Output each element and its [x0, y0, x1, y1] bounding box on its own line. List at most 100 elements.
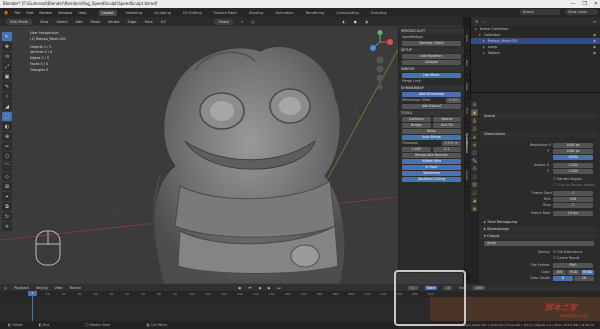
relax-button[interactable]: Relax — [402, 129, 461, 134]
output-header[interactable]: ▾ Output — [480, 233, 598, 239]
resolution-x-field[interactable]: 1920 px — [553, 143, 593, 148]
rotate-tool-icon[interactable]: ⤢ — [2, 62, 12, 71]
menu-file[interactable]: File — [14, 11, 20, 15]
x-axis-icon[interactable] — [387, 39, 393, 45]
scene-icon[interactable]: ◭ — [471, 133, 478, 140]
vh-face[interactable]: Face — [145, 20, 153, 24]
spin-tool-icon[interactable]: ⌒ — [2, 162, 12, 171]
color-depth-16-button[interactable]: 16 — [574, 276, 594, 281]
tab-animation[interactable]: Animation — [272, 10, 296, 16]
inset-tool-icon[interactable]: ⬚ — [2, 112, 12, 121]
offset-x-field[interactable]: 0.000 — [402, 147, 431, 152]
crop-region-checkbox[interactable]: ☐ Crop to Render Region — [553, 183, 595, 188]
tab-item[interactable]: Item — [465, 27, 469, 51]
outliner-row-sphere[interactable]: ▸ Sphere ◉ — [471, 50, 600, 56]
pug-sculpt-mesh[interactable] — [153, 46, 346, 284]
bridge-button[interactable]: Bridge — [402, 123, 431, 128]
measure-tool-icon[interactable]: ⌇ — [2, 92, 12, 101]
data-icon[interactable]: △ — [471, 189, 478, 196]
shrink-tool-icon[interactable]: ⌖ — [2, 192, 12, 201]
tab-tool[interactable]: Tool — [465, 51, 469, 75]
record-icon[interactable]: ● — [238, 286, 241, 290]
snap-icon[interactable]: ⌖ — [241, 20, 243, 24]
output-path-field[interactable]: /tmp\ — [484, 241, 594, 246]
color-depth-8-button[interactable]: 8 — [553, 276, 573, 281]
tl-view-menu[interactable]: View — [55, 286, 63, 290]
poly-build-tool-icon[interactable]: ⬡ — [2, 152, 12, 161]
remove-object-button[interactable]: Remove Object — [402, 41, 461, 46]
aspect-x-field[interactable]: 1.000 — [553, 163, 593, 168]
frame-step-field[interactable]: 1 — [553, 203, 593, 208]
ortho-toggle-icon[interactable] — [377, 84, 383, 90]
color-bw-button[interactable]: BW — [553, 270, 566, 275]
file-extensions-checkbox[interactable]: ☑ File Extensions — [553, 250, 582, 255]
setup-section[interactable]: SETUP — [399, 47, 464, 53]
z-axis-icon[interactable] — [370, 45, 376, 51]
tab-sculpting[interactable]: Sculpting — [151, 10, 174, 16]
tab-layout[interactable]: Layout — [98, 9, 117, 16]
loop-cut-tool-icon[interactable]: ⊕ — [2, 132, 12, 141]
constraints-icon[interactable]: ⛓ — [471, 181, 478, 188]
physics-icon[interactable]: ◌ — [471, 173, 478, 180]
color-rgba-button[interactable]: RGBA — [581, 270, 594, 275]
shrinkwrap-section[interactable]: SHRINKWRAP — [399, 85, 464, 91]
tab-shading[interactable]: Shading — [246, 10, 267, 16]
tab-modeling[interactable]: Modeling — [123, 10, 145, 16]
vh-select[interactable]: Select — [56, 20, 67, 24]
move-tool-icon[interactable]: ⟲ — [2, 52, 12, 61]
menu-edit[interactable]: Edit — [26, 11, 33, 15]
frame-start-field[interactable]: 1 — [553, 191, 593, 196]
modifier-icon[interactable]: 🔧 — [471, 157, 478, 164]
auto-merge-button[interactable]: Auto Merge — [402, 135, 461, 140]
shading-solid-icon[interactable]: ● — [354, 20, 357, 24]
vh-view[interactable]: View — [40, 20, 49, 24]
frame-end-field[interactable]: 250 — [553, 197, 593, 202]
play-icon[interactable]: ▶ — [268, 286, 271, 290]
jump-end-icon[interactable]: ⏭ — [278, 286, 281, 290]
tl-playback-menu[interactable]: Playback — [14, 286, 29, 290]
add-shrinkwrap-button[interactable]: Add Shrinkwrap — [402, 92, 461, 97]
use-mirror-button[interactable]: Use Mirror — [402, 73, 461, 78]
editor-type-icon[interactable]: ◷ — [4, 286, 7, 290]
minimize-button[interactable]: — — [570, 0, 575, 8]
grid-fill-button[interactable]: Grid Fill — [432, 123, 461, 128]
vh-edge[interactable]: Edge — [128, 20, 137, 24]
tl-marker-menu[interactable]: Marker — [70, 286, 82, 290]
shear-tool-icon[interactable]: ⧉ — [2, 202, 12, 211]
resolution-percent-slider[interactable]: 100% — [553, 155, 593, 160]
maximize-button[interactable]: ❐ — [582, 0, 586, 8]
time-remapping-header[interactable]: ▸ Time Remapping — [480, 219, 598, 225]
tl-keying-menu[interactable]: Keying — [36, 286, 47, 290]
vh-add[interactable]: Add — [76, 20, 83, 24]
transform-orientation-dropdown[interactable]: Global — [213, 18, 234, 25]
tab-rendering[interactable]: Rendering — [303, 10, 327, 16]
scale-tool-icon[interactable]: ▣ — [2, 72, 12, 81]
recalculate-normals-button[interactable]: Recalculate Normals — [402, 153, 461, 158]
blender-logo-icon[interactable]: ◉ — [4, 10, 8, 16]
select-tool-icon[interactable]: ↖ — [2, 32, 12, 41]
navigation-gizmo[interactable] — [365, 30, 395, 90]
smooth-tool-icon[interactable]: ◇ — [2, 172, 12, 181]
stereoscopy-header[interactable]: ▸ Stereoscopy — [480, 226, 598, 232]
threshold-field[interactable]: 0.001 m — [441, 141, 461, 146]
tab-scripting[interactable]: Scripting — [368, 10, 390, 16]
zoom-icon[interactable] — [376, 56, 384, 64]
world-icon[interactable]: ◍ — [471, 141, 478, 148]
tools-section[interactable]: TOOLS — [399, 110, 464, 116]
visibility-icon[interactable]: ◉ — [593, 50, 596, 56]
tool-settings-icon[interactable]: ⚙ — [471, 101, 478, 108]
tab-uv-editing[interactable]: UV Editing — [180, 10, 205, 16]
view-layer-icon[interactable]: ◫ — [471, 125, 478, 132]
proportional-edit-icon[interactable]: ◎ — [251, 20, 254, 24]
contours-button[interactable]: Contours — [402, 117, 431, 122]
cache-result-checkbox[interactable]: ☐ Cache Result — [553, 256, 579, 261]
vh-vertex[interactable]: Vertex — [108, 20, 120, 24]
hidden-wire-button[interactable]: Hidden Wire — [402, 159, 461, 164]
frame-rate-dropdown[interactable]: 24 fps — [553, 211, 593, 216]
tab-edit[interactable]: Edit — [465, 99, 469, 123]
backface-culling-button[interactable]: Backface Culling — [402, 177, 461, 182]
menu-render[interactable]: Render — [39, 11, 52, 15]
shading-material-icon[interactable]: ◑ — [365, 20, 368, 24]
mode-dropdown[interactable]: Edit Mode — [6, 18, 32, 25]
playhead-frame-label[interactable]: 1 — [28, 291, 37, 296]
